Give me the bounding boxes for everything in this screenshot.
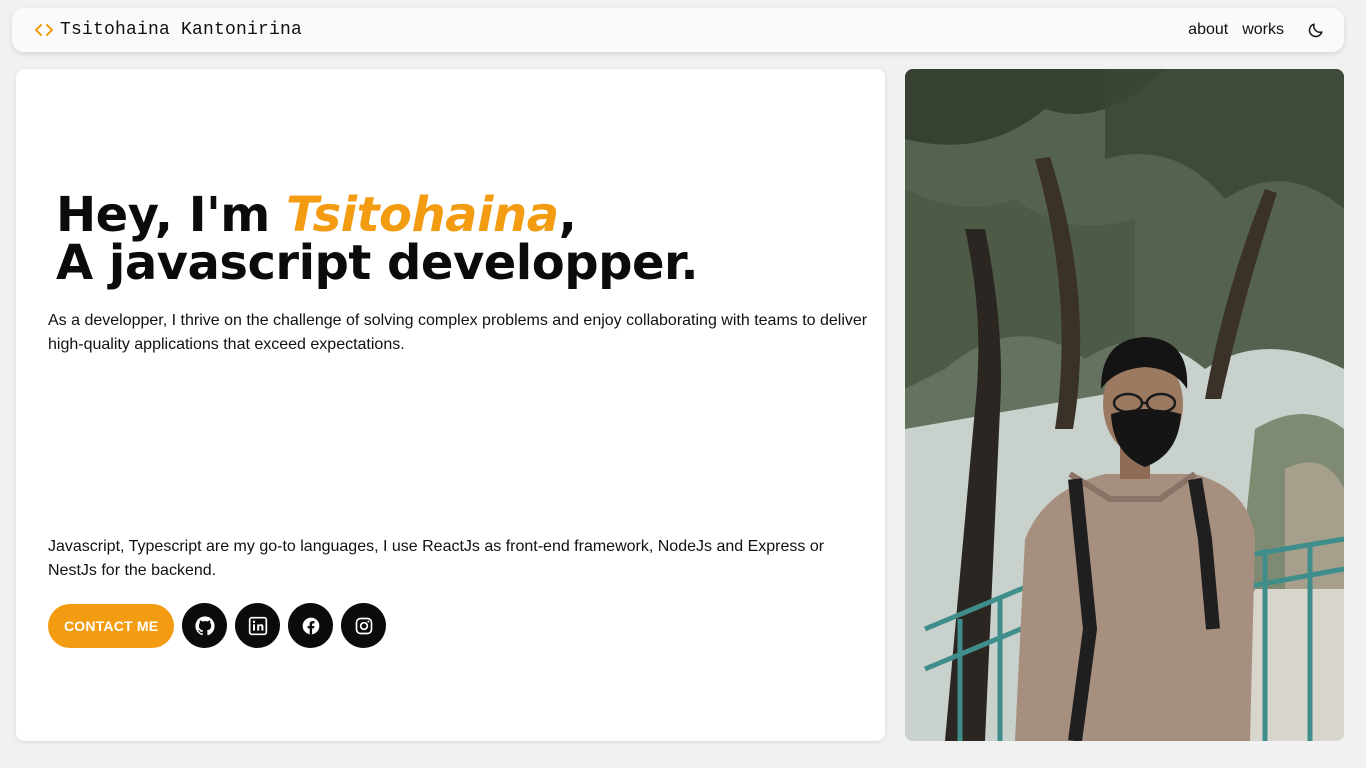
code-brackets-icon xyxy=(34,23,54,37)
hero-card: Hey, I'm Tsitohaina, A javascript develo… xyxy=(16,69,885,741)
linkedin-link[interactable] xyxy=(235,603,281,648)
portrait-photo xyxy=(905,69,1344,741)
hero-stack: Javascript, Typescript are my go-to lang… xyxy=(48,538,825,579)
hero-intro: As a developper, I thrive on the challen… xyxy=(48,312,868,353)
headline-role: A javascript developper. xyxy=(56,235,699,291)
instagram-link[interactable] xyxy=(341,603,387,648)
facebook-icon xyxy=(302,617,320,634)
linkedin-icon xyxy=(248,616,267,635)
brand-name: Tsitohaina Kantonirina xyxy=(60,20,303,40)
theme-toggle-button[interactable] xyxy=(1306,20,1326,40)
instagram-icon xyxy=(355,617,373,634)
moon-icon xyxy=(1308,23,1323,38)
nav-links: about works xyxy=(1188,20,1326,40)
portrait-illustration xyxy=(905,69,1344,741)
contact-me-button[interactable]: CONTACT ME xyxy=(48,603,175,648)
brand-link[interactable]: Tsitohaina Kantonirina xyxy=(34,20,302,40)
nav-link-works[interactable]: works xyxy=(1242,21,1284,39)
github-icon xyxy=(195,615,215,635)
hero-actions: CONTACT ME xyxy=(48,603,387,648)
scrollbar[interactable] xyxy=(1356,62,1366,678)
hero-headline: Hey, I'm Tsitohaina, A javascript develo… xyxy=(56,191,699,287)
nav-link-about[interactable]: about xyxy=(1188,21,1228,39)
facebook-link[interactable] xyxy=(288,603,334,648)
navbar: Tsitohaina Kantonirina about works xyxy=(12,8,1344,52)
github-link[interactable] xyxy=(182,603,228,648)
